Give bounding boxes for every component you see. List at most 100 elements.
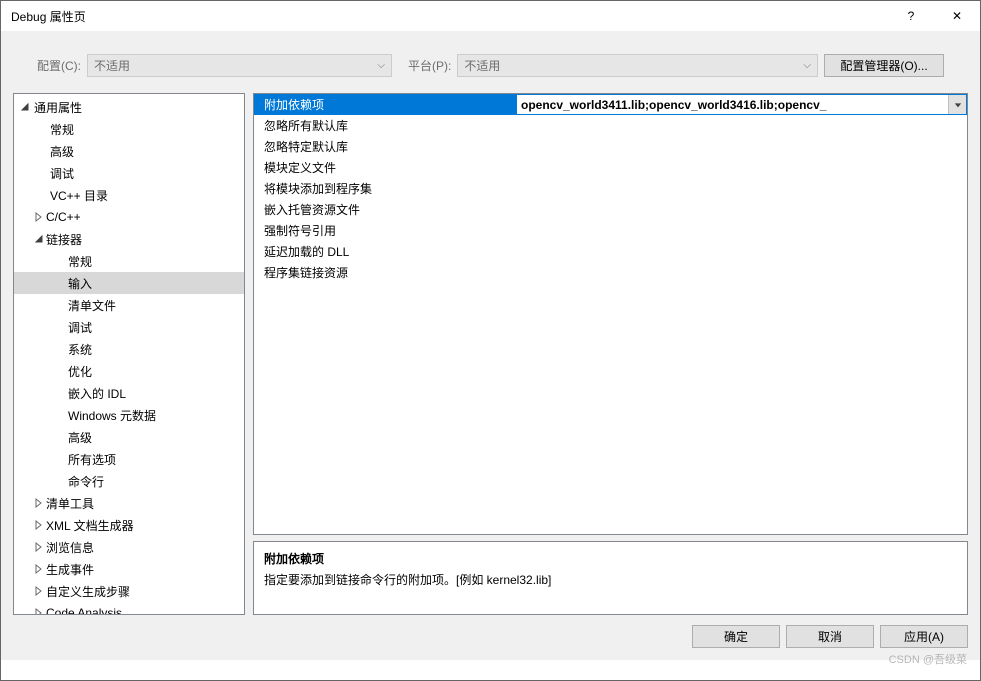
tree-item-label: C/C++ xyxy=(46,210,81,224)
property-name: 延迟加载的 DLL xyxy=(254,241,516,262)
cancel-button[interactable]: 取消 xyxy=(786,625,874,648)
platform-dropdown: 不适用 ⌵ xyxy=(457,54,818,77)
dropdown-button[interactable] xyxy=(948,95,966,114)
tree-view[interactable]: 通用属性常规高级调试VC++ 目录C/C++链接器常规输入清单文件调试系统优化嵌… xyxy=(13,93,245,615)
tree-item[interactable]: 输入 xyxy=(14,272,244,294)
tree-item[interactable]: 所有选项 xyxy=(14,448,244,470)
tree-item-label: 链接器 xyxy=(46,231,82,248)
tree-item[interactable]: 通用属性 xyxy=(14,96,244,118)
tree-item[interactable]: 调试 xyxy=(14,162,244,184)
description-text: 指定要添加到链接命令行的附加项。[例如 kernel32.lib] xyxy=(264,571,957,588)
tree-item[interactable]: 优化 xyxy=(14,360,244,382)
window-title: Debug 属性页 xyxy=(11,8,888,25)
property-value[interactable] xyxy=(516,115,967,136)
config-row: 配置(C): 不适用 ⌵ 平台(P): 不适用 ⌵ 配置管理器(O)... xyxy=(25,43,956,85)
tree-item-label: 所有选项 xyxy=(14,451,116,468)
tree-item[interactable]: 生成事件 xyxy=(14,558,244,580)
dialog-body: 配置(C): 不适用 ⌵ 平台(P): 不适用 ⌵ 配置管理器(O)... 通用… xyxy=(1,31,980,660)
expander-closed-icon[interactable] xyxy=(32,496,46,510)
tree-item[interactable]: 自定义生成步骤 xyxy=(14,580,244,602)
expander-open-icon[interactable] xyxy=(32,232,46,246)
close-button[interactable]: ✕ xyxy=(934,1,980,31)
tree-item-label: 清单工具 xyxy=(46,495,94,512)
tree-item[interactable]: 高级 xyxy=(14,140,244,162)
property-row[interactable]: 附加依赖项opencv_world3411.lib;opencv_world34… xyxy=(254,94,967,115)
tree-item[interactable]: 高级 xyxy=(14,426,244,448)
property-row[interactable]: 忽略所有默认库 xyxy=(254,115,967,136)
tree-item[interactable]: 调试 xyxy=(14,316,244,338)
apply-button[interactable]: 应用(A) xyxy=(880,625,968,648)
tree-item-label: 浏览信息 xyxy=(46,539,94,556)
property-row[interactable]: 强制符号引用 xyxy=(254,220,967,241)
property-value[interactable] xyxy=(516,178,967,199)
property-name: 模块定义文件 xyxy=(254,157,516,178)
ok-button[interactable]: 确定 xyxy=(692,625,780,648)
expander-open-icon[interactable] xyxy=(18,100,32,114)
property-name: 忽略所有默认库 xyxy=(254,115,516,136)
property-name: 强制符号引用 xyxy=(254,220,516,241)
chevron-down-icon: ⌵ xyxy=(803,60,811,71)
close-icon: ✕ xyxy=(952,9,962,23)
title-bar: Debug 属性页 ? ✕ xyxy=(1,1,980,31)
tree-item-label: 命令行 xyxy=(14,473,104,490)
tree-item[interactable]: 常规 xyxy=(14,250,244,272)
expander-closed-icon[interactable] xyxy=(32,518,46,532)
tree-item-label: 高级 xyxy=(14,429,92,446)
expander-closed-icon[interactable] xyxy=(32,210,46,224)
tree-item[interactable]: Windows 元数据 xyxy=(14,404,244,426)
tree-item[interactable]: VC++ 目录 xyxy=(14,184,244,206)
tree-item-label: 优化 xyxy=(14,363,92,380)
property-value[interactable] xyxy=(516,157,967,178)
tree-item-label: XML 文档生成器 xyxy=(46,517,134,534)
tree-item[interactable]: 系统 xyxy=(14,338,244,360)
dialog-buttons: 确定 取消 应用(A) xyxy=(13,615,968,648)
tree-item-label: 系统 xyxy=(14,341,92,358)
expander-closed-icon[interactable] xyxy=(32,540,46,554)
expander-closed-icon[interactable] xyxy=(32,606,46,615)
tree-item-label: 调试 xyxy=(14,319,92,336)
property-value[interactable] xyxy=(516,241,967,262)
tree-item[interactable]: 清单工具 xyxy=(14,492,244,514)
expander-closed-icon[interactable] xyxy=(32,584,46,598)
tree-item[interactable]: 嵌入的 IDL xyxy=(14,382,244,404)
config-label: 配置(C): xyxy=(37,57,81,74)
property-name: 附加依赖项 xyxy=(254,94,516,115)
tree-item-label: 常规 xyxy=(14,121,74,138)
tree-item[interactable]: 清单文件 xyxy=(14,294,244,316)
tree-item-label: 嵌入的 IDL xyxy=(14,385,126,402)
platform-value: 不适用 xyxy=(464,57,500,74)
expander-closed-icon[interactable] xyxy=(32,562,46,576)
description-box: 附加依赖项 指定要添加到链接命令行的附加项。[例如 kernel32.lib] xyxy=(253,541,968,615)
tree-item-label: 高级 xyxy=(14,143,74,160)
property-row[interactable]: 程序集链接资源 xyxy=(254,262,967,283)
property-value[interactable] xyxy=(516,199,967,220)
property-name: 忽略特定默认库 xyxy=(254,136,516,157)
property-value[interactable]: opencv_world3411.lib;opencv_world3416.li… xyxy=(516,94,967,115)
tree-item[interactable]: 链接器 xyxy=(14,228,244,250)
description-title: 附加依赖项 xyxy=(264,550,957,567)
property-row[interactable]: 嵌入托管资源文件 xyxy=(254,199,967,220)
property-name: 将模块添加到程序集 xyxy=(254,178,516,199)
property-grid[interactable]: 附加依赖项opencv_world3411.lib;opencv_world34… xyxy=(253,93,968,535)
property-row[interactable]: 延迟加载的 DLL xyxy=(254,241,967,262)
tree-item-label: 生成事件 xyxy=(46,561,94,578)
property-name: 程序集链接资源 xyxy=(254,262,516,283)
tree-item[interactable]: C/C++ xyxy=(14,206,244,228)
property-row[interactable]: 模块定义文件 xyxy=(254,157,967,178)
chevron-down-icon: ⌵ xyxy=(377,60,385,71)
tree-item[interactable]: 命令行 xyxy=(14,470,244,492)
property-value[interactable] xyxy=(516,262,967,283)
tree-item[interactable]: 浏览信息 xyxy=(14,536,244,558)
config-manager-label: 配置管理器(O)... xyxy=(840,57,927,74)
property-value[interactable] xyxy=(516,220,967,241)
tree-item[interactable]: 常规 xyxy=(14,118,244,140)
tree-item[interactable]: Code Analysis xyxy=(14,602,244,615)
tree-item-label: 清单文件 xyxy=(14,297,116,314)
tree-item-label: Windows 元数据 xyxy=(14,407,156,424)
config-manager-button[interactable]: 配置管理器(O)... xyxy=(824,54,944,77)
property-row[interactable]: 将模块添加到程序集 xyxy=(254,178,967,199)
property-value[interactable] xyxy=(516,136,967,157)
property-row[interactable]: 忽略特定默认库 xyxy=(254,136,967,157)
help-button[interactable]: ? xyxy=(888,1,934,31)
tree-item[interactable]: XML 文档生成器 xyxy=(14,514,244,536)
